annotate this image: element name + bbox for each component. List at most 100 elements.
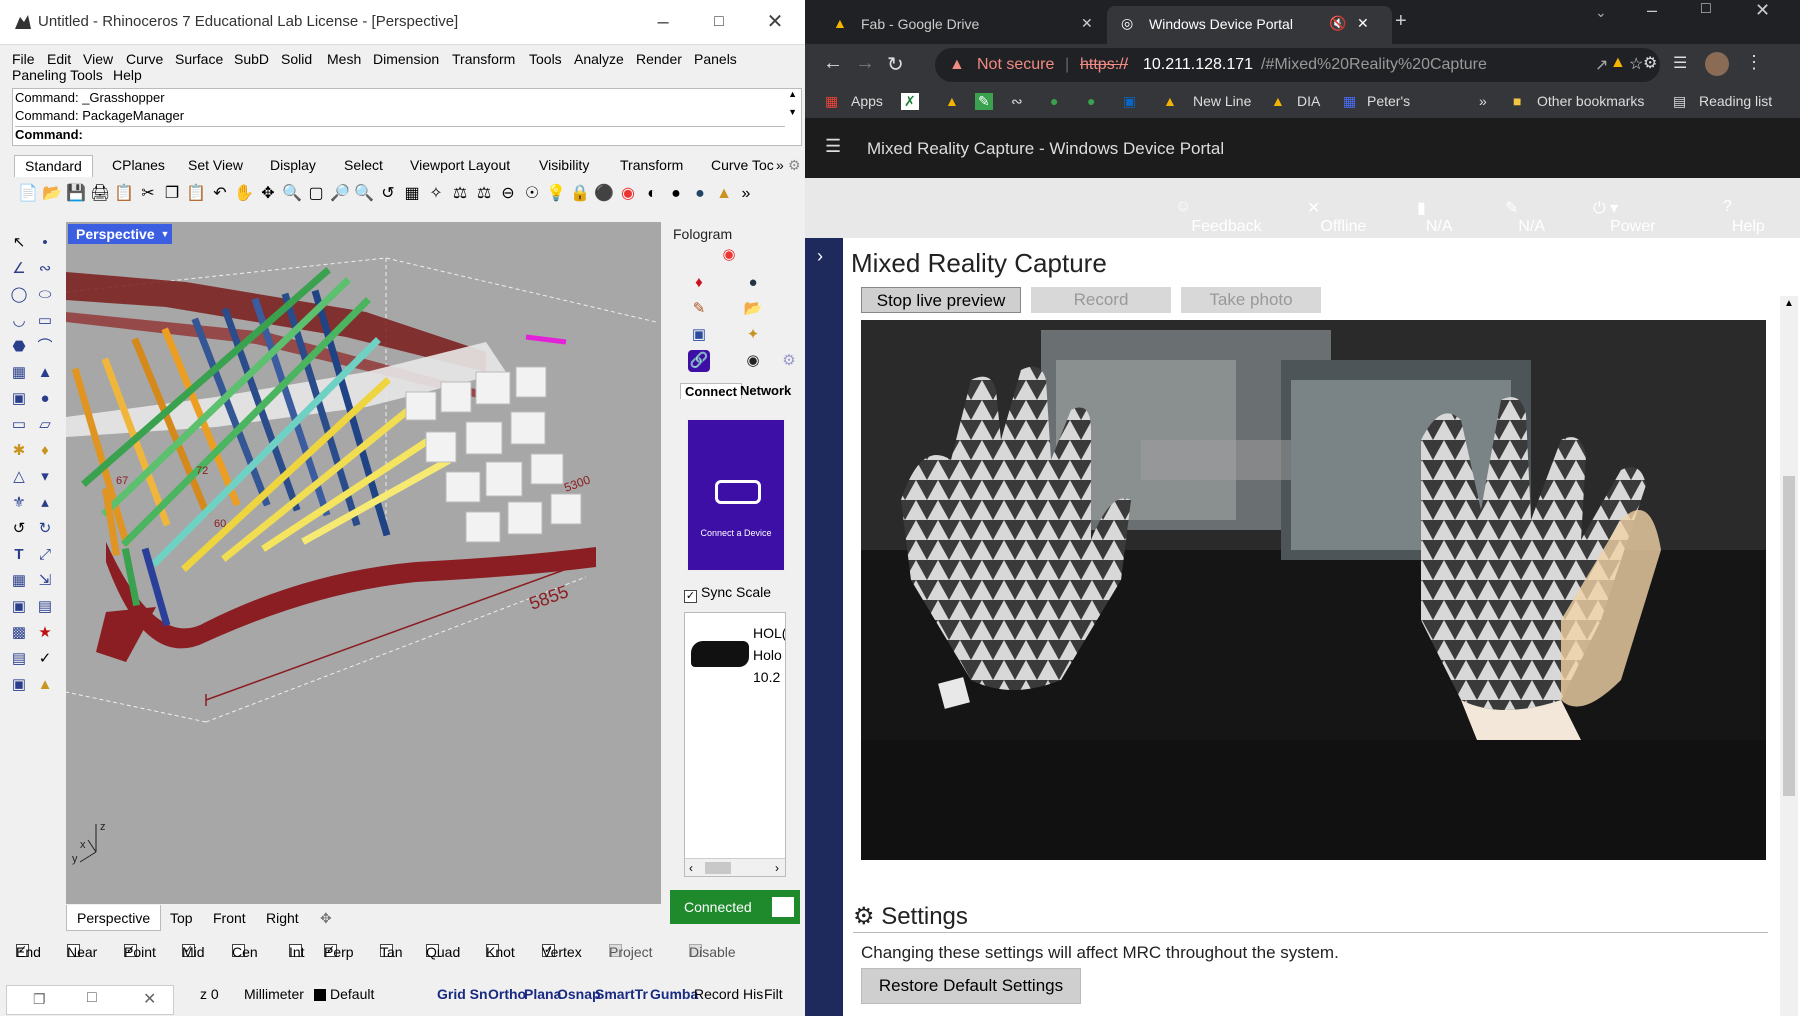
bookmark-other[interactable]: Other bookmarks xyxy=(1537,93,1644,109)
zoom-window-icon[interactable]: ▢ xyxy=(306,183,326,205)
solid-tools-icon[interactable]: ✱ xyxy=(8,440,30,462)
menu-subd[interactable]: SubD xyxy=(234,51,269,67)
record-button[interactable]: Record xyxy=(1031,287,1171,313)
tab-front[interactable]: Front xyxy=(213,910,246,926)
qr-icon[interactable]: ▣ xyxy=(688,324,710,346)
render-sphere-icon[interactable]: ◐ xyxy=(642,183,662,205)
bookmark-icon-x[interactable]: ✗ xyxy=(901,93,919,110)
polyline-icon[interactable]: ∠ xyxy=(8,258,30,280)
scroll-thumb[interactable] xyxy=(1783,476,1795,796)
tab-curve-tools[interactable]: Curve Toc xyxy=(711,157,774,173)
tab-visibility[interactable]: Visibility xyxy=(539,157,589,173)
maximize-icon[interactable]: □ xyxy=(87,989,97,1007)
menu-transform[interactable]: Transform xyxy=(452,51,515,67)
eraser-icon[interactable]: ♦ xyxy=(688,272,710,294)
menu-dimension[interactable]: Dimension xyxy=(373,51,439,67)
cut-icon[interactable]: ✂ xyxy=(138,183,158,205)
status-toggle[interactable] xyxy=(772,897,794,917)
tab-viewport-layout[interactable]: Viewport Layout xyxy=(410,157,510,173)
undo-view-icon[interactable]: ↺ xyxy=(378,183,398,205)
paste-icon[interactable]: 📋 xyxy=(186,183,206,205)
toggle-gumball[interactable]: Gumba xyxy=(650,986,698,1002)
camera-icon[interactable]: ◉ xyxy=(742,350,764,372)
new-tab-icon[interactable]: + xyxy=(1395,10,1407,33)
wdp-sidebar[interactable]: › xyxy=(805,238,843,1016)
share-icon[interactable]: ↗ xyxy=(1595,55,1608,75)
menu-render[interactable]: Render xyxy=(636,51,682,67)
light-icon[interactable]: 💡 xyxy=(546,183,566,205)
bookmark-peters[interactable]: Peter's xyxy=(1367,93,1410,109)
bookmark-dia[interactable]: DIA xyxy=(1297,93,1320,109)
tab-set-view[interactable]: Set View xyxy=(188,157,243,173)
block-icon[interactable]: ▣ xyxy=(8,596,30,618)
bookmark-icon-link[interactable]: ∾ xyxy=(1011,93,1023,110)
help-link[interactable]: ? Help xyxy=(1723,198,1765,235)
scroll-down-icon[interactable]: ▼ xyxy=(788,107,797,117)
layer-icon[interactable]: ▤ xyxy=(34,596,56,618)
toggle-grid-snap[interactable]: Grid Sn xyxy=(437,986,488,1002)
rhino-titlebar[interactable]: Untitled - Rhinoceros 7 Educational Lab … xyxy=(0,0,805,45)
properties-icon[interactable]: ▲ xyxy=(714,183,734,205)
bookmark-reading-list[interactable]: Reading list xyxy=(1699,93,1772,109)
stop-live-preview-button[interactable]: Stop live preview xyxy=(861,287,1021,313)
extrude-icon[interactable]: ▲ xyxy=(34,362,56,384)
text-icon[interactable]: T xyxy=(8,544,30,566)
trim-icon[interactable]: ↻ xyxy=(34,518,56,540)
tab-network[interactable]: Network xyxy=(740,383,791,398)
scroll-right-icon[interactable]: › xyxy=(775,861,779,875)
menu-panels[interactable]: Panels xyxy=(694,51,737,67)
check-icon[interactable]: ✓ xyxy=(34,648,56,670)
scroll-up-icon[interactable]: ▲ xyxy=(788,89,797,99)
lock-icon[interactable]: 🔒 xyxy=(570,183,590,205)
render-icon[interactable]: ● xyxy=(666,183,686,205)
reload-icon[interactable]: ↻ xyxy=(887,52,904,77)
perspective-viewport[interactable]: 5855 5300 67 72 60 z x y Perspective ▼ xyxy=(66,222,661,904)
close-icon[interactable]: ✕ xyxy=(143,989,156,1009)
tab-display[interactable]: Display xyxy=(270,157,316,173)
curve-icon[interactable]: ∾ xyxy=(34,258,56,280)
folder-icon[interactable]: 📂 xyxy=(742,298,764,320)
bookmark-icon-edit[interactable]: ✎ xyxy=(975,93,993,110)
more-bookmarks-icon[interactable]: » xyxy=(1479,93,1487,109)
car2-icon[interactable]: ⚖ xyxy=(474,183,494,205)
save-icon[interactable]: 💾 xyxy=(66,183,86,205)
grid-icon[interactable]: ▩ xyxy=(8,622,30,644)
new-file-icon[interactable]: 📄 xyxy=(18,183,38,205)
rotate-icon[interactable]: ↺ xyxy=(8,518,30,540)
browser-tab[interactable]: ▲ Fab - Google Drive ✕ xyxy=(819,6,1109,44)
back-icon[interactable]: ← xyxy=(823,52,843,75)
more-tools-icon[interactable]: » xyxy=(736,183,756,205)
paint-icon[interactable]: ▲ xyxy=(34,674,56,696)
restore-icon[interactable]: ❐ xyxy=(33,991,46,1008)
command-area[interactable]: Command: _Grasshopper Command: PackageMa… xyxy=(12,88,802,146)
maximize-button[interactable]: □ xyxy=(1701,0,1711,18)
bookmark-new-line[interactable]: New Line xyxy=(1193,93,1251,109)
array-icon[interactable]: ▦ xyxy=(8,570,30,592)
viewport-menu-icon[interactable]: ▼ xyxy=(158,224,172,244)
sync-scale-checkbox[interactable]: ✓ xyxy=(684,590,697,603)
menu-edit[interactable]: Edit xyxy=(47,51,71,67)
zoom-selected-icon[interactable]: 🔍 xyxy=(354,183,374,205)
minimize-button[interactable]: – xyxy=(640,8,686,36)
arc-icon[interactable]: ◡ xyxy=(8,310,30,332)
scroll-thumb[interactable] xyxy=(705,862,731,874)
gear-icon[interactable]: ⚙ xyxy=(788,157,801,174)
units[interactable]: Millimeter xyxy=(244,986,304,1002)
close-tab-icon[interactable]: ✕ xyxy=(1081,15,1093,32)
copy-icon[interactable]: ❐ xyxy=(162,183,182,205)
ellipse-icon[interactable]: ⬭ xyxy=(34,284,56,306)
reading-list-icon[interactable]: ☰ xyxy=(1673,53,1687,73)
pin-icon[interactable]: ★ xyxy=(34,622,56,644)
zoom-extents-icon[interactable]: 🔎 xyxy=(330,183,350,205)
tab-search-icon[interactable]: ⌄ xyxy=(1595,4,1607,21)
tab-connect[interactable]: Connect xyxy=(680,383,742,399)
menu-view[interactable]: View xyxy=(83,51,113,67)
close-tab-icon[interactable]: ✕ xyxy=(1357,15,1369,32)
star-icon[interactable]: ☆ xyxy=(1629,54,1643,74)
brush-icon[interactable]: ✎ xyxy=(688,298,710,320)
expand-sidebar-icon[interactable]: › xyxy=(817,246,823,267)
command-prompt[interactable]: Command: xyxy=(15,126,785,142)
four-viewports-icon[interactable]: ▦ xyxy=(402,183,422,205)
device-list[interactable]: HOL( Holo 10.2 ‹ › xyxy=(684,612,786,877)
menu-paneling-tools[interactable]: Paneling Tools xyxy=(12,67,103,83)
